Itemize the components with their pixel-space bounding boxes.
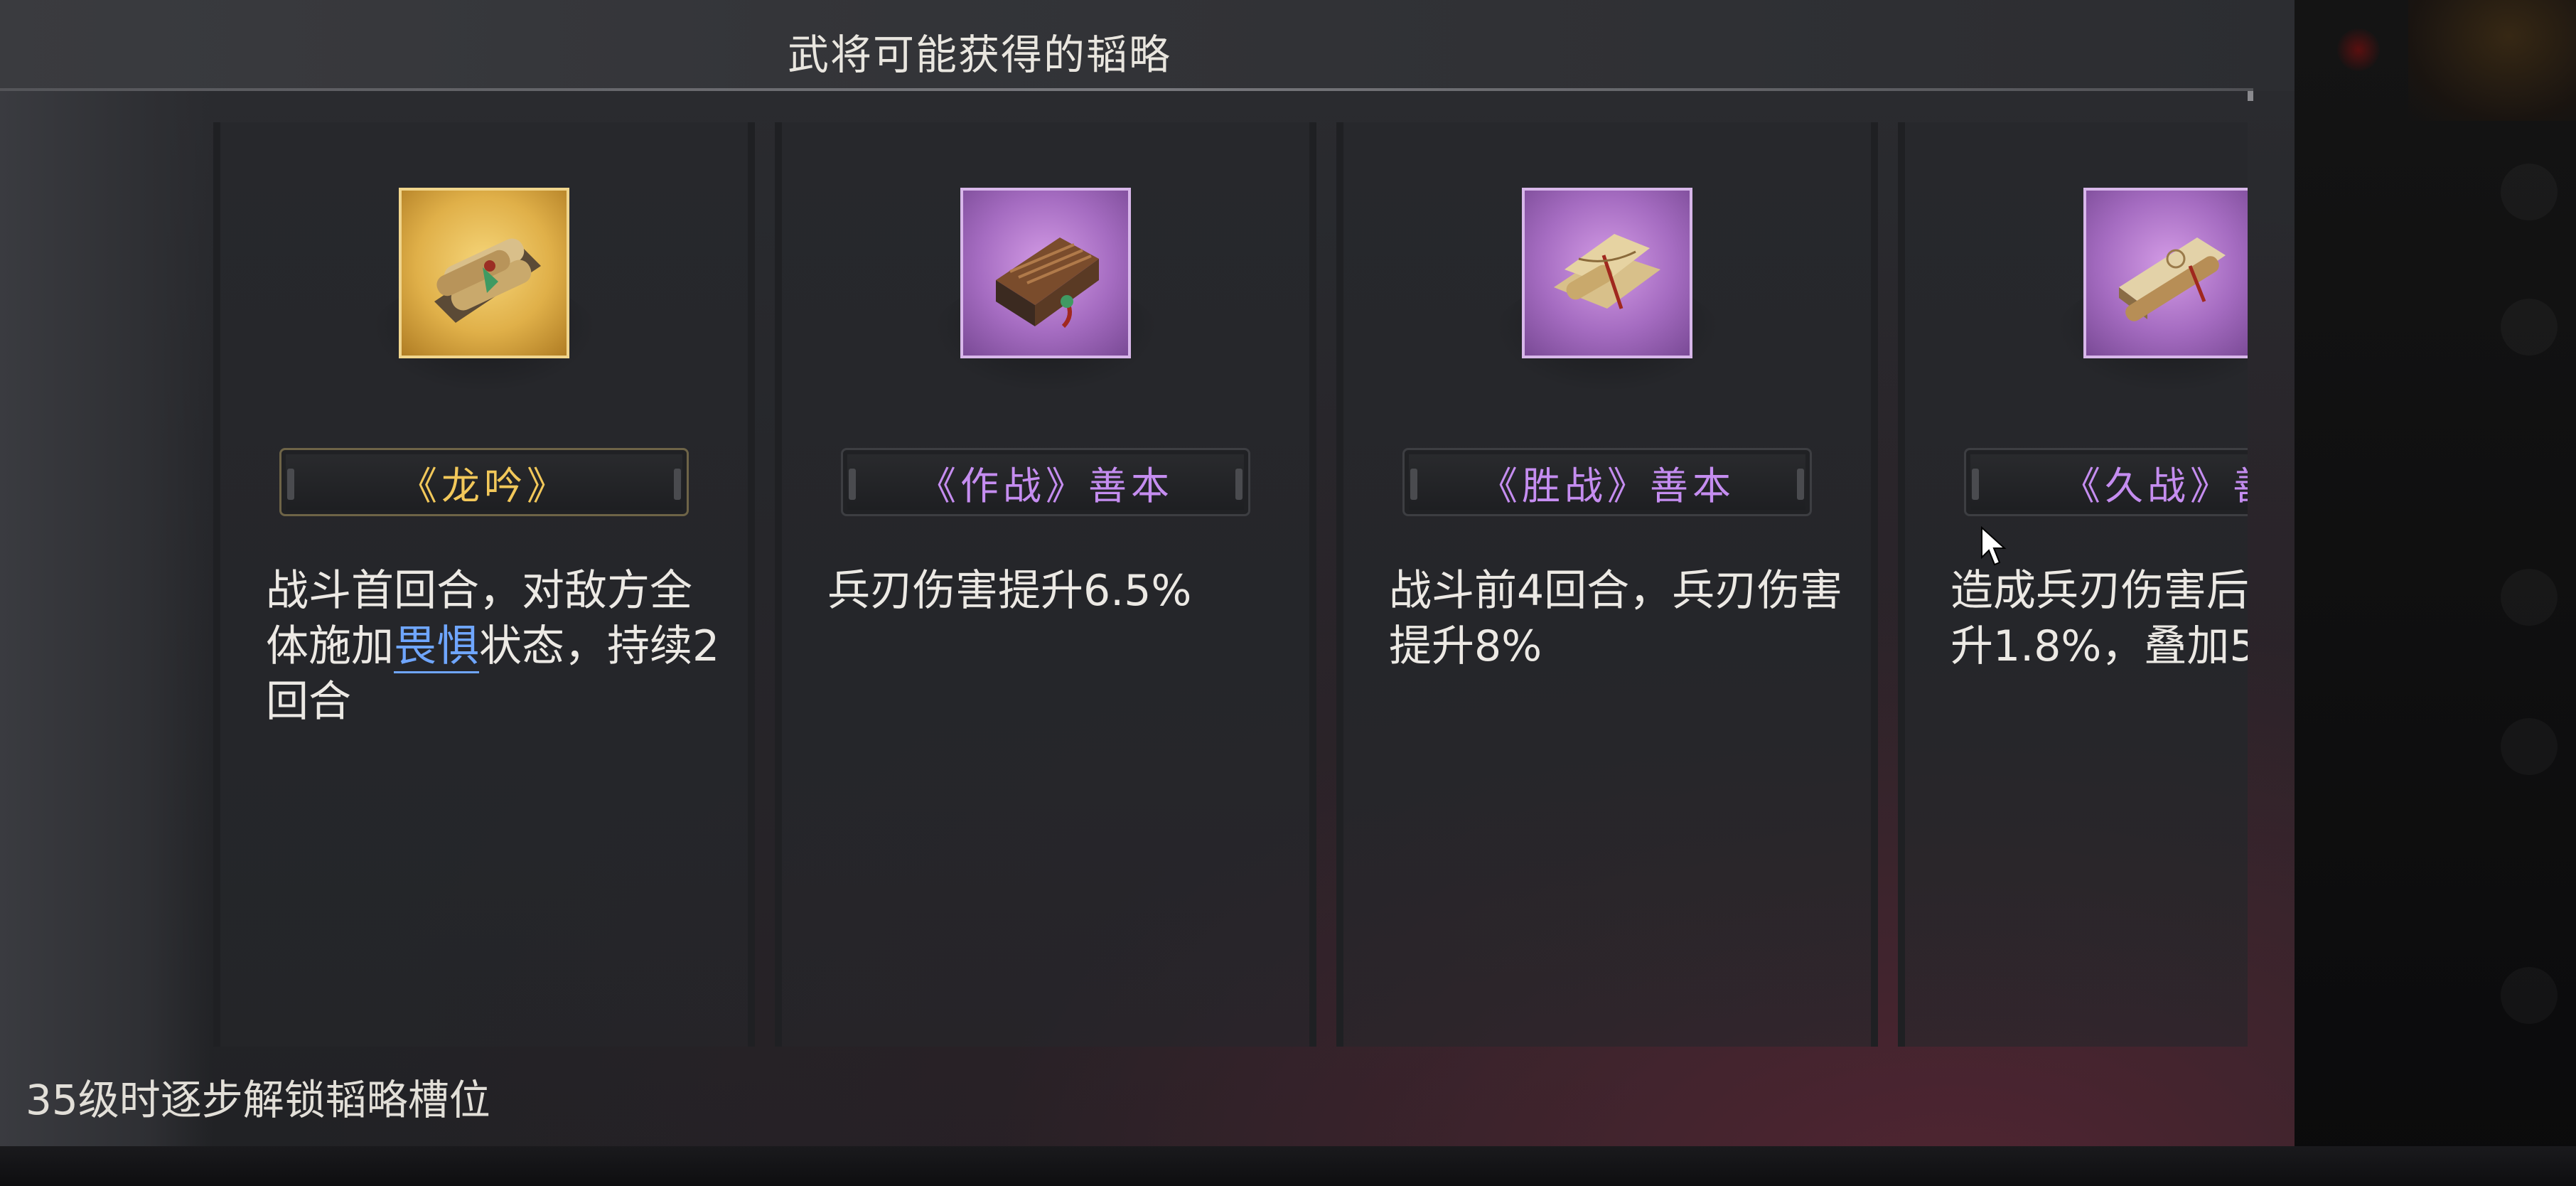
status-keyword-link[interactable]: 畏惧 (394, 621, 479, 673)
plate-cap (1797, 469, 1804, 500)
screen: 武将可能获得的韬略 《龙吟》 战斗首回合，对敌方全体施加畏惧状态，持续2回合 《… (0, 0, 2576, 1186)
strategy-card[interactable]: 《久战》善 造成兵刃伤害后伤害提升1.8%，叠加5次 (1898, 122, 2248, 1047)
description-text: 造成兵刃伤害后伤害提升1.8%，叠加5次 (1950, 566, 2248, 671)
strategy-description: 造成兵刃伤害后伤害提升1.8%，叠加5次 (1950, 563, 2248, 674)
strategy-card-list[interactable]: 《龙吟》 战斗首回合，对敌方全体施加畏惧状态，持续2回合 《作战》善本 兵刃伤害… (213, 122, 2248, 1047)
mouse-cursor-icon (1981, 526, 2007, 566)
strategy-name: 《久战》善 (2062, 463, 2248, 508)
background-scene-bottom (0, 1146, 2576, 1186)
description-text: 战斗前4回合，兵刃伤害提升8% (1389, 566, 1843, 671)
plate-cap (287, 469, 294, 500)
background-decoration (2501, 967, 2558, 1024)
strategy-card[interactable]: 《胜战》善本 战斗前4回合，兵刃伤害提升8% (1336, 122, 1878, 1047)
background-scene (2295, 0, 2576, 1186)
unlock-hint: 35级时逐步解锁韬略槽位 (26, 1076, 490, 1124)
background-decoration (2501, 569, 2558, 626)
strategy-name-plate: 《久战》善 (1964, 448, 2248, 516)
strategy-description: 战斗前4回合，兵刃伤害提升8% (1389, 563, 1844, 674)
strategy-name: 《作战》善本 (918, 463, 1174, 508)
dialog-title: 武将可能获得的韬略 (788, 31, 1172, 79)
strategy-dialog: 武将可能获得的韬略 《龙吟》 战斗首回合，对敌方全体施加畏惧状态，持续2回合 《… (0, 0, 2295, 1146)
book-icon (960, 188, 1131, 358)
strategy-name: 《龙吟》 (399, 463, 569, 508)
description-text: 兵刃伤害提升6.5% (827, 566, 1192, 616)
plate-cap (1410, 469, 1417, 500)
strategy-card[interactable]: 《作战》善本 兵刃伤害提升6.5% (775, 122, 1316, 1047)
plate-cap (1972, 469, 1979, 500)
plate-cap (674, 469, 681, 500)
background-decoration (2501, 299, 2558, 356)
strategy-name-plate: 《作战》善本 (841, 448, 1250, 516)
paper-scroll-icon (1522, 188, 1692, 358)
background-decoration (2501, 164, 2558, 220)
strategy-description: 兵刃伤害提升6.5% (827, 563, 1282, 619)
strategy-name: 《胜战》善本 (1479, 463, 1735, 508)
header-divider (0, 88, 2253, 91)
strategy-description: 战斗首回合，对敌方全体施加畏惧状态，持续2回合 (266, 563, 721, 730)
plate-cap (849, 469, 856, 500)
strategy-name-plate: 《龙吟》 (279, 448, 689, 516)
bamboo-scroll-icon (399, 188, 569, 358)
left-panel (0, 91, 213, 1146)
background-decoration (2408, 0, 2576, 121)
scrollbar-marker[interactable] (2248, 91, 2253, 101)
plate-cap (1235, 469, 1243, 500)
background-decoration (2501, 718, 2558, 775)
dialog-header: 武将可能获得的韬略 (0, 0, 2295, 91)
background-decoration (2337, 28, 2380, 71)
strategy-name-plate: 《胜战》善本 (1402, 448, 1812, 516)
paper-roll-icon (2083, 188, 2248, 358)
strategy-card[interactable]: 《龙吟》 战斗首回合，对敌方全体施加畏惧状态，持续2回合 (213, 122, 755, 1047)
